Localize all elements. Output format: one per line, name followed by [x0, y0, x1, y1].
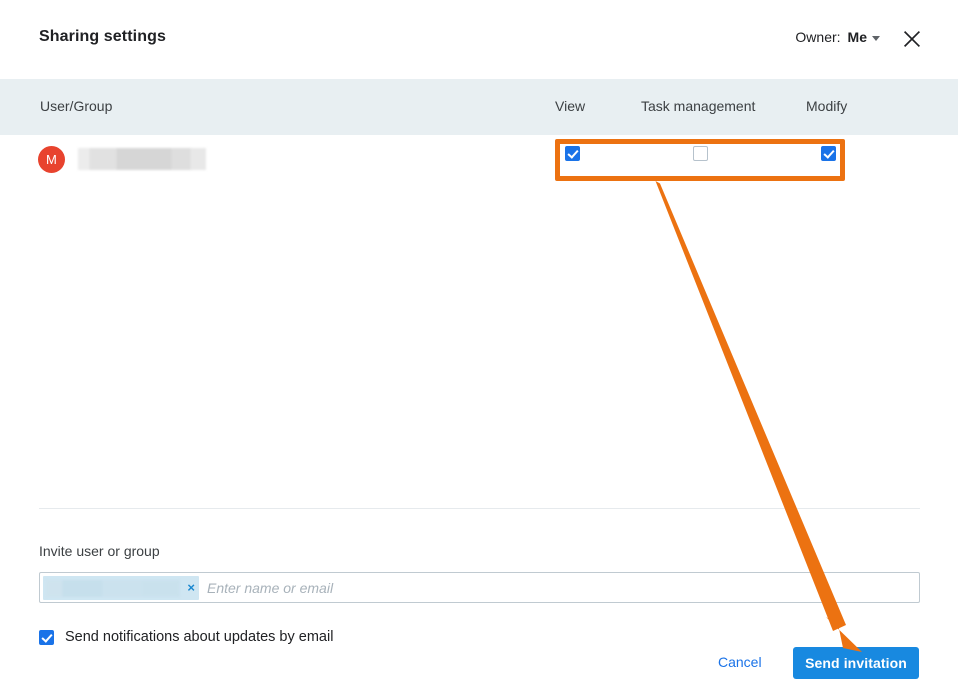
chip-remove-icon[interactable]: × — [187, 580, 195, 596]
checkbox-task-management-box[interactable] — [693, 146, 708, 161]
send-invitation-button[interactable]: Send invitation — [793, 647, 919, 679]
chevron-down-icon — [872, 35, 880, 41]
column-header-view: View — [555, 98, 586, 114]
invite-input[interactable]: × Enter name or email — [39, 572, 920, 603]
checkbox-view-box[interactable] — [565, 146, 580, 161]
checkbox-view[interactable] — [565, 146, 581, 162]
checkbox-send-notifications[interactable] — [39, 629, 54, 645]
invite-input-placeholder: Enter name or email — [207, 580, 334, 596]
close-icon — [902, 29, 922, 49]
section-divider — [39, 508, 920, 509]
column-header-usergroup: User/Group — [40, 98, 113, 114]
column-header-task-management: Task management — [641, 98, 756, 114]
user-name-redacted — [78, 148, 206, 170]
notify-by-email-label: Send notifications about updates by emai… — [65, 629, 334, 645]
invite-chip[interactable]: × — [43, 576, 199, 600]
table-row: M — [0, 135, 958, 184]
avatar: M — [38, 146, 65, 173]
checkbox-modify-box[interactable] — [821, 146, 836, 161]
owner-label: Owner: — [795, 29, 841, 45]
cancel-button[interactable]: Cancel — [718, 654, 762, 670]
checkbox-task-management[interactable] — [693, 146, 709, 162]
checkbox-modify[interactable] — [821, 146, 837, 162]
owner-value: Me — [847, 29, 867, 45]
dialog-header: Sharing settings Owner: Me — [0, 0, 958, 79]
notify-by-email-row[interactable]: Send notifications about updates by emai… — [39, 629, 333, 645]
invite-section-label: Invite user or group — [39, 543, 160, 559]
owner-selector[interactable]: Owner: Me — [795, 29, 880, 45]
close-button[interactable] — [899, 26, 925, 52]
permissions-table-header: User/Group View Task management Modify — [0, 79, 958, 135]
column-header-modify: Modify — [806, 98, 848, 114]
page-title: Sharing settings — [39, 28, 166, 45]
invite-chip-label-redacted — [46, 579, 180, 597]
